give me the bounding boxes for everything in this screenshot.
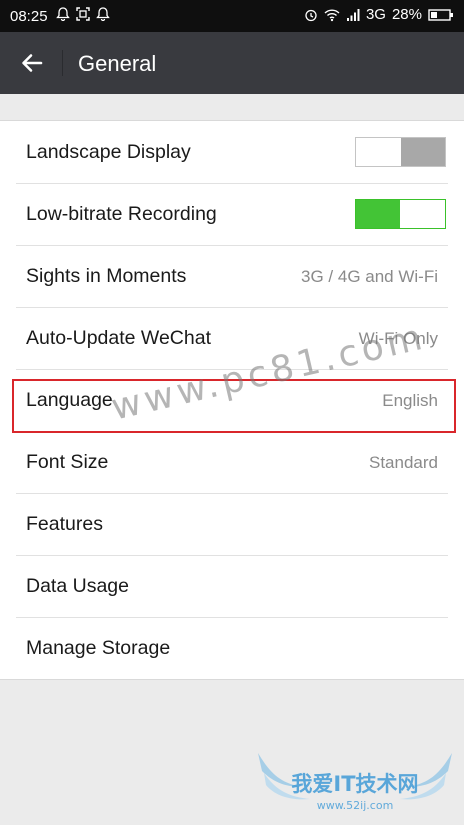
low-bitrate-recording-toggle[interactable] (355, 199, 446, 229)
app-bar: General (0, 32, 464, 94)
battery-icon (428, 8, 453, 21)
back-button[interactable] (14, 45, 50, 81)
setting-label: Data Usage (26, 575, 129, 597)
corner-logo-url: www.52ij.com (317, 799, 394, 812)
setting-value: Standard (369, 453, 438, 472)
battery-percent: 28% (391, 6, 422, 23)
setting-label: Landscape Display (26, 141, 191, 163)
setting-label: Language (26, 389, 113, 411)
setting-landscape-display[interactable]: Landscape Display (0, 121, 464, 183)
wifi-icon (324, 8, 340, 21)
setting-language[interactable]: Language English (0, 369, 464, 431)
toggle-track (401, 138, 445, 166)
setting-label: Font Size (26, 451, 109, 473)
network-type: 3G (365, 6, 386, 23)
corner-logo-text: 我爱IT技术网 (291, 772, 418, 796)
setting-label: Low-bitrate Recording (26, 203, 217, 225)
corner-logo: 我爱IT技术网 www.52ij.com (258, 753, 452, 812)
arrow-left-icon (22, 54, 43, 72)
setting-label: Auto-Update WeChat (26, 327, 211, 349)
setting-auto-update-wechat[interactable]: Auto-Update WeChat Wi-Fi Only (0, 307, 464, 369)
settings-list: Landscape Display Low-bitrate Recording … (0, 120, 464, 680)
screenshot-icon (76, 7, 90, 21)
setting-value: Wi-Fi Only (358, 329, 438, 348)
status-bar: 08:25 3G 28% (0, 0, 464, 32)
setting-value: English (382, 391, 438, 410)
setting-features[interactable]: Features (0, 493, 464, 555)
setting-value: 3G / 4G and Wi-Fi (301, 267, 438, 286)
setting-sights-in-moments[interactable]: Sights in Moments 3G / 4G and Wi-Fi (0, 245, 464, 307)
setting-label: Manage Storage (26, 637, 171, 659)
setting-label: Features (26, 513, 103, 535)
setting-low-bitrate-recording[interactable]: Low-bitrate Recording (0, 183, 464, 245)
landscape-display-toggle[interactable] (355, 137, 446, 167)
app-bar-divider (62, 50, 63, 76)
setting-data-usage[interactable]: Data Usage (0, 555, 464, 617)
status-time: 08:25 (10, 8, 48, 25)
setting-label: Sights in Moments (26, 265, 187, 287)
alarm-icon (305, 9, 317, 21)
status-right-icons: 3G 28% (304, 6, 454, 23)
toggle-knob (400, 200, 445, 228)
page-title: General (78, 51, 157, 76)
notification-bell-icon (96, 7, 110, 21)
signal-icon (346, 8, 360, 21)
toggle-knob (356, 138, 401, 166)
toggle-track (356, 200, 400, 228)
notification-bell-icon (56, 7, 70, 21)
status-left-icons (56, 7, 110, 21)
setting-manage-storage[interactable]: Manage Storage (0, 617, 464, 679)
setting-font-size[interactable]: Font Size Standard (0, 431, 464, 493)
